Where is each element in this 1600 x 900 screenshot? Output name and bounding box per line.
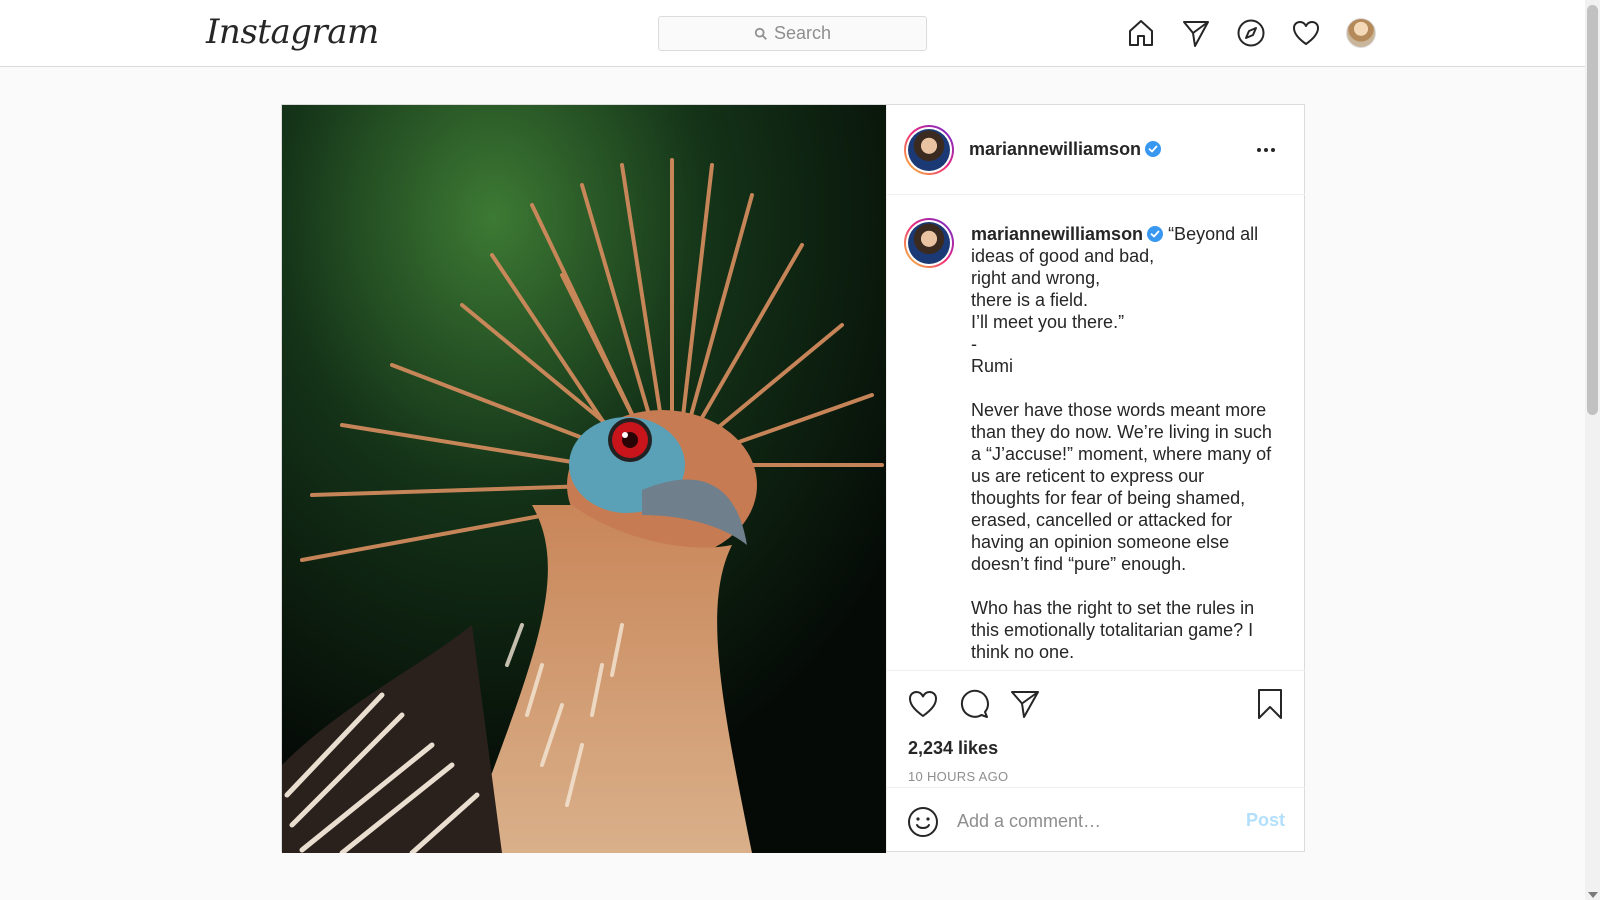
emoji-icon[interactable] xyxy=(907,806,939,838)
activity-heart-icon[interactable] xyxy=(1291,18,1321,48)
post-card: mariannewilliamson mariannewilliamson “B… xyxy=(281,104,1305,853)
avatar xyxy=(1346,18,1376,48)
post-image[interactable] xyxy=(282,105,886,853)
action-icons xyxy=(907,688,1041,720)
profile-avatar[interactable] xyxy=(1346,18,1376,48)
home-icon[interactable] xyxy=(1126,18,1156,48)
search-icon xyxy=(754,27,767,40)
comment-icon[interactable] xyxy=(958,688,990,720)
more-options-icon[interactable] xyxy=(1257,143,1279,157)
verified-badge-icon xyxy=(1145,141,1162,157)
caption-text: “Beyond all ideas of good and bad, right… xyxy=(971,224,1272,662)
post-actions: 2,234 likes 10 HOURS AGO xyxy=(887,670,1305,786)
caption-username[interactable]: mariannewilliamson xyxy=(971,224,1143,244)
like-heart-icon[interactable] xyxy=(907,688,939,720)
username-text[interactable]: mariannewilliamson xyxy=(969,139,1141,159)
avatar xyxy=(908,129,950,171)
post-author[interactable]: mariannewilliamson xyxy=(969,139,1162,160)
post-comment-button[interactable]: Post xyxy=(1246,810,1285,831)
search-placeholder: Search xyxy=(773,23,832,43)
save-bookmark-icon[interactable] xyxy=(1254,688,1286,720)
story-ring[interactable] xyxy=(904,125,954,175)
share-icon[interactable] xyxy=(1009,688,1041,720)
caption-avatar-ring[interactable] xyxy=(904,218,954,268)
avatar xyxy=(908,222,950,264)
comment-form: Post xyxy=(887,787,1305,851)
post-header: mariannewilliamson xyxy=(887,105,1305,195)
direct-icon[interactable] xyxy=(1181,18,1211,48)
top-navigation-bar: Instagram Search xyxy=(0,0,1585,67)
post-timestamp[interactable]: 10 HOURS AGO xyxy=(908,769,1008,784)
page-scrollbar[interactable] xyxy=(1585,0,1600,900)
hoatzin-photo xyxy=(282,105,886,853)
likes-count[interactable]: 2,234 likes xyxy=(908,738,998,759)
instagram-logo[interactable]: Instagram xyxy=(206,12,379,52)
scroll-down-arrow-icon[interactable] xyxy=(1588,892,1598,898)
caption-section: mariannewilliamson “Beyond all ideas of … xyxy=(887,196,1305,670)
post-side-panel: mariannewilliamson mariannewilliamson “B… xyxy=(886,105,1305,851)
search-input[interactable]: Search xyxy=(658,16,927,51)
post-caption: mariannewilliamson “Beyond all ideas of … xyxy=(971,223,1276,663)
comment-input[interactable] xyxy=(957,806,1227,836)
explore-icon[interactable] xyxy=(1236,18,1266,48)
nav-icons xyxy=(1126,18,1376,48)
verified-badge-icon xyxy=(1147,226,1164,242)
scrollbar-thumb[interactable] xyxy=(1587,5,1598,415)
